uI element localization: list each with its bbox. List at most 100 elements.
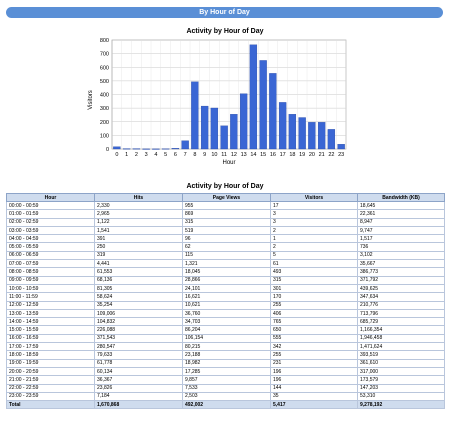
column-header[interactable]: Visitors [270,193,358,202]
table-cell: 226,088 [94,325,183,335]
bar-hour-12[interactable] [230,114,238,150]
table-cell: 36,367 [94,375,183,385]
bar-hour-18[interactable] [288,114,297,150]
table-cell: 371,792 [357,275,445,285]
bar-hour-6[interactable] [171,148,180,150]
table-cell: 18,645 [357,200,445,211]
table-cell: 35,667 [357,259,445,269]
table-cell: 23,188 [182,350,271,360]
table-cell: 8,947 [357,217,445,227]
bar-hour-20[interactable] [308,122,316,150]
y-tick-label: 500 [100,79,109,85]
bar-hour-17[interactable] [278,102,287,150]
table-cell: 80,215 [182,342,271,352]
table-cell: 61,778 [94,358,183,368]
column-header[interactable]: Page Views [182,193,271,202]
table-cell: 519 [182,225,271,236]
table-cell: 17 [270,200,358,211]
bar-hour-14[interactable] [249,44,258,150]
bar-hour-0[interactable] [113,146,121,150]
table-title: Activity by Hour of Day [186,183,264,190]
table-row: 11:00 - 11:59 58,624 16,621 170 347,634 [6,292,445,302]
table-cell: 104,832 [94,317,183,327]
bar-hour-10[interactable] [210,107,219,150]
table-row: 19:00 - 19:59 61,778 18,982 231 361,610 [6,358,445,368]
table-cell: 09:00 - 09:59 [6,275,95,285]
bar-hour-5[interactable] [161,148,170,150]
table-cell: 08:00 - 08:59 [6,267,95,277]
table-cell: 317,000 [357,366,445,377]
x-tick-label: 10 [211,152,217,158]
bar-hour-21[interactable] [317,122,326,150]
x-tick-label: 7 [184,152,187,158]
table-cell: 07:00 - 07:59 [6,259,95,269]
table-cell: 250 [94,242,183,252]
x-tick-label: 15 [260,152,266,158]
table-row: 04:00 - 04:59 391 96 1 1,517 [6,234,445,244]
x-tick-label: 21 [319,152,325,158]
column-header[interactable]: Bandwidth (KB) [357,193,445,202]
table-row: 16:00 - 16:59 371,543 106,154 555 1,946,458 [6,333,445,344]
bar-hour-13[interactable] [239,93,248,150]
x-tick-label: 11 [221,152,227,158]
bar-hour-1[interactable] [122,148,131,150]
table-cell: 10,621 [182,300,271,310]
table-cell: 13:00 - 13:59 [6,308,95,319]
x-tick-label: 1 [125,152,128,158]
table-cell: 361,610 [357,358,445,368]
x-tick-label: 13 [241,152,247,158]
x-tick-label: 19 [299,152,305,158]
table-cell: 20:00 - 20:59 [6,366,95,377]
table-row: 15:00 - 15:59 226,088 86,204 650 1,166,354 [6,325,445,335]
table-cell: 17:00 - 17:59 [6,342,95,352]
table-cell: 9,857 [182,375,271,385]
y-tick-label: 200 [100,120,109,126]
table-cell: 9,747 [357,225,445,236]
bar-hour-16[interactable] [269,73,277,150]
bar-hour-7[interactable] [181,140,189,150]
table-cell: 68,136 [94,275,183,285]
column-header[interactable]: Hits [94,193,183,202]
table-row: 03:00 - 03:59 1,541 519 2 9,747 [6,225,445,236]
table-cell: 1,471,624 [357,342,445,352]
bar-hour-2[interactable] [132,148,141,150]
table-cell: 36,760 [182,308,271,319]
table-row: 00:00 - 00:59 2,330 955 17 18,645 [6,200,445,211]
y-tick-label: 600 [100,65,109,71]
bar-hour-3[interactable] [142,148,150,150]
column-header[interactable]: Hour [6,193,95,202]
table-cell: 493 [270,267,358,277]
x-tick-label: 18 [289,152,295,158]
table-cell: 109,006 [94,308,183,319]
table-cell: 386,773 [357,267,445,277]
bar-hour-4[interactable] [152,148,160,150]
bar-hour-9[interactable] [200,105,209,150]
table-cell: 196 [270,375,358,385]
table-cell: 147,203 [357,383,445,393]
table-cell: 555 [270,333,358,344]
x-tick-label: 16 [270,152,276,158]
bar-hour-11[interactable] [220,125,228,150]
bar-hour-23[interactable] [337,144,345,150]
table-cell: 58,624 [94,292,183,302]
table-cell: 170 [270,292,358,302]
x-tick-label: 22 [328,152,334,158]
table-cell: 144 [270,383,358,393]
table-cell: 4,441 [94,259,183,269]
table-cell: 3 [270,217,358,227]
bar-hour-22[interactable] [327,129,336,150]
table-cell: 02:00 - 02:59 [6,217,95,227]
table-cell: 3 [270,209,358,219]
table-cell: 301 [270,283,358,294]
table-cell: 11:00 - 11:59 [6,292,95,302]
bar-hour-15[interactable] [259,60,267,150]
y-tick-label: 300 [100,106,109,112]
table-cell: 53,310 [357,391,445,402]
table-cell: 1,517 [357,234,445,244]
bar-hour-8[interactable] [191,81,199,150]
table-cell: 34,703 [182,317,271,327]
x-tick-label: 0 [115,152,118,158]
table-row: 17:00 - 17:59 280,547 80,215 342 1,471,624 [6,342,445,352]
total-cell: 1,670,868 [94,400,183,410]
bar-hour-19[interactable] [298,117,306,150]
